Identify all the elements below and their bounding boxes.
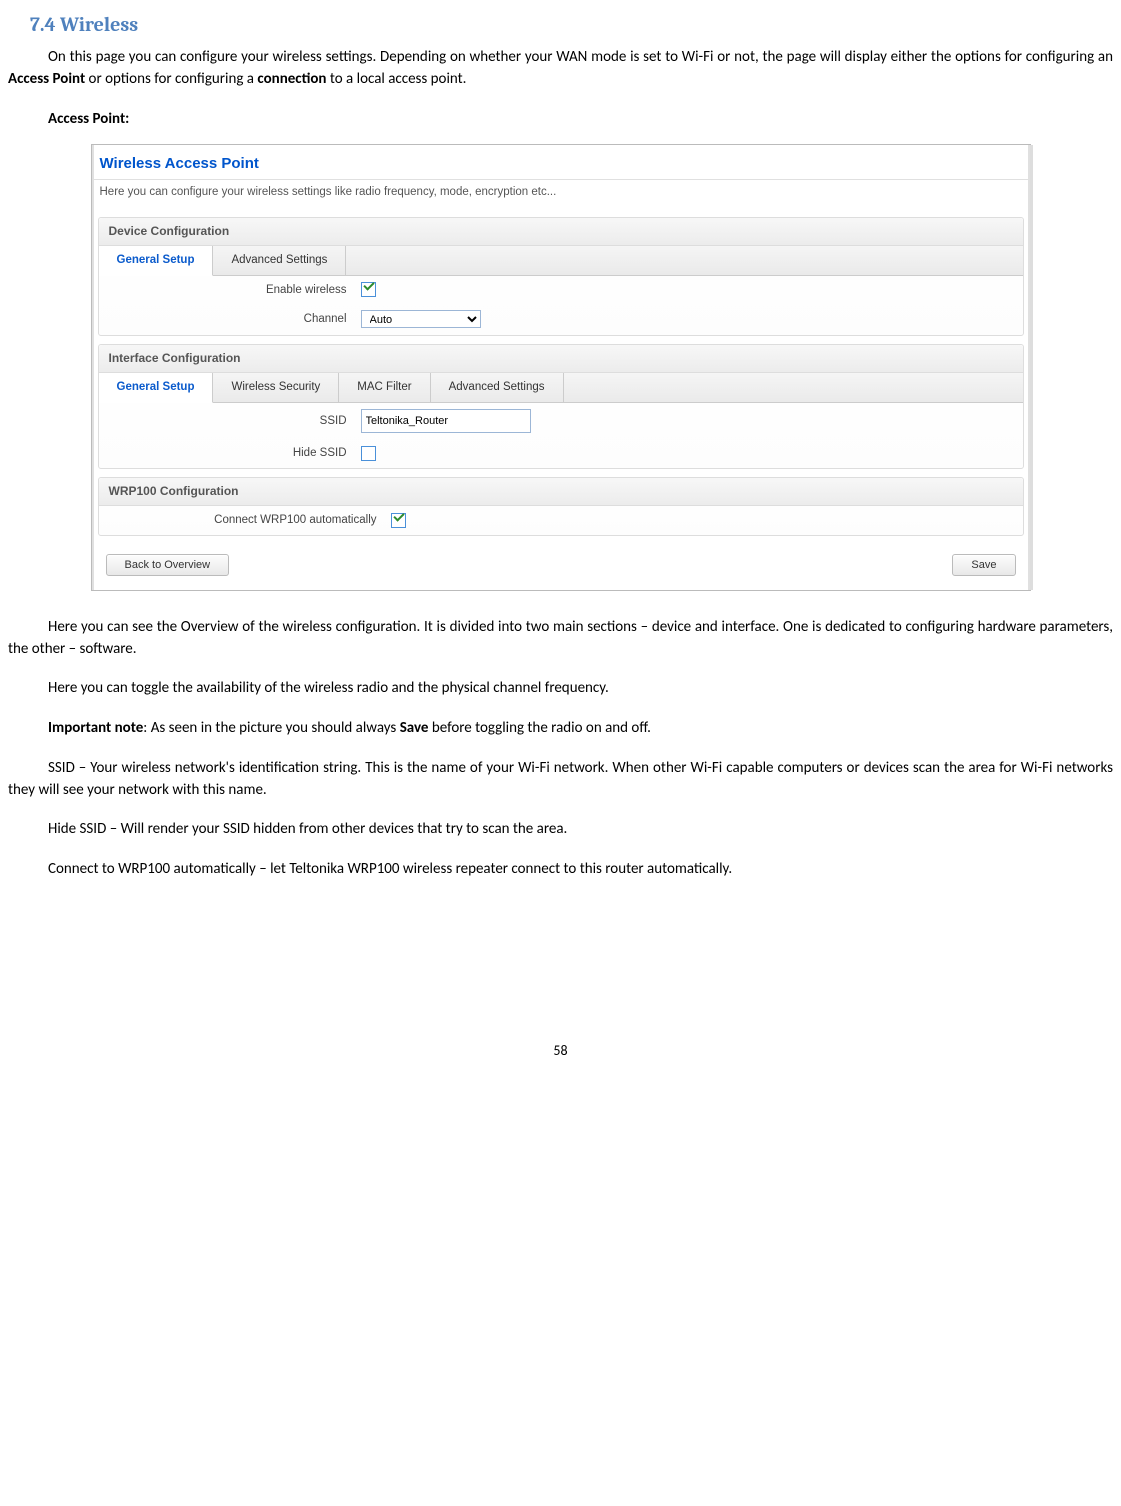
save-button[interactable]: Save <box>952 554 1015 576</box>
panel-title: Wireless Access Point <box>92 145 1030 180</box>
enable-wireless-label: Enable wireless <box>117 282 361 299</box>
tab-general-setup[interactable]: General Setup <box>99 246 214 276</box>
ssid-label: SSID <box>117 413 361 430</box>
channel-select[interactable]: Auto <box>361 310 481 328</box>
para-toggle: Here you can toggle the availability of … <box>8 678 1113 700</box>
para-hide-ssid: Hide SSID – Will render your SSID hidden… <box>8 819 1113 841</box>
hide-ssid-checkbox[interactable] <box>361 446 376 461</box>
para-ssid: SSID – Your wireless network's identific… <box>8 758 1113 802</box>
section-heading: 7.4 Wireless <box>30 10 1113 39</box>
intro-paragraph: On this page you can configure your wire… <box>8 47 1113 91</box>
wrp100-header: WRP100 Configuration <box>99 478 1023 506</box>
interface-config-header: Interface Configuration <box>99 345 1023 373</box>
panel-subtitle: Here you can configure your wireless set… <box>92 180 1030 213</box>
ssid-input[interactable] <box>361 409 531 433</box>
wrp100-section: WRP100 Configuration Connect WRP100 auto… <box>98 477 1024 536</box>
wireless-screenshot: Wireless Access Point Here you can confi… <box>91 144 1031 591</box>
hide-ssid-label: Hide SSID <box>117 445 361 462</box>
device-tabs: General Setup Advanced Settings <box>99 246 1023 276</box>
enable-wireless-checkbox[interactable] <box>361 282 376 297</box>
device-config-section: Device Configuration General Setup Advan… <box>98 217 1024 336</box>
back-button[interactable]: Back to Overview <box>106 554 230 576</box>
tab-wireless-security[interactable]: Wireless Security <box>213 373 339 402</box>
interface-config-section: Interface Configuration General Setup Wi… <box>98 344 1024 469</box>
interface-tabs: General Setup Wireless Security MAC Filt… <box>99 373 1023 403</box>
para-important-note: Important note: As seen in the picture y… <box>8 718 1113 740</box>
wrp100-checkbox[interactable] <box>391 513 406 528</box>
tab-iface-general[interactable]: General Setup <box>99 373 214 403</box>
tab-iface-advanced[interactable]: Advanced Settings <box>431 373 564 402</box>
channel-label: Channel <box>117 311 361 328</box>
device-config-header: Device Configuration <box>99 218 1023 246</box>
para-wrp100: Connect to WRP100 automatically – let Te… <box>8 859 1113 881</box>
access-point-label: Access Point: <box>48 109 1113 131</box>
tab-mac-filter[interactable]: MAC Filter <box>339 373 430 402</box>
page-number: 58 <box>8 1041 1113 1061</box>
para-overview: Here you can see the Overview of the wir… <box>8 617 1113 661</box>
wrp100-label: Connect WRP100 automatically <box>117 512 391 529</box>
tab-advanced-settings[interactable]: Advanced Settings <box>213 246 346 275</box>
